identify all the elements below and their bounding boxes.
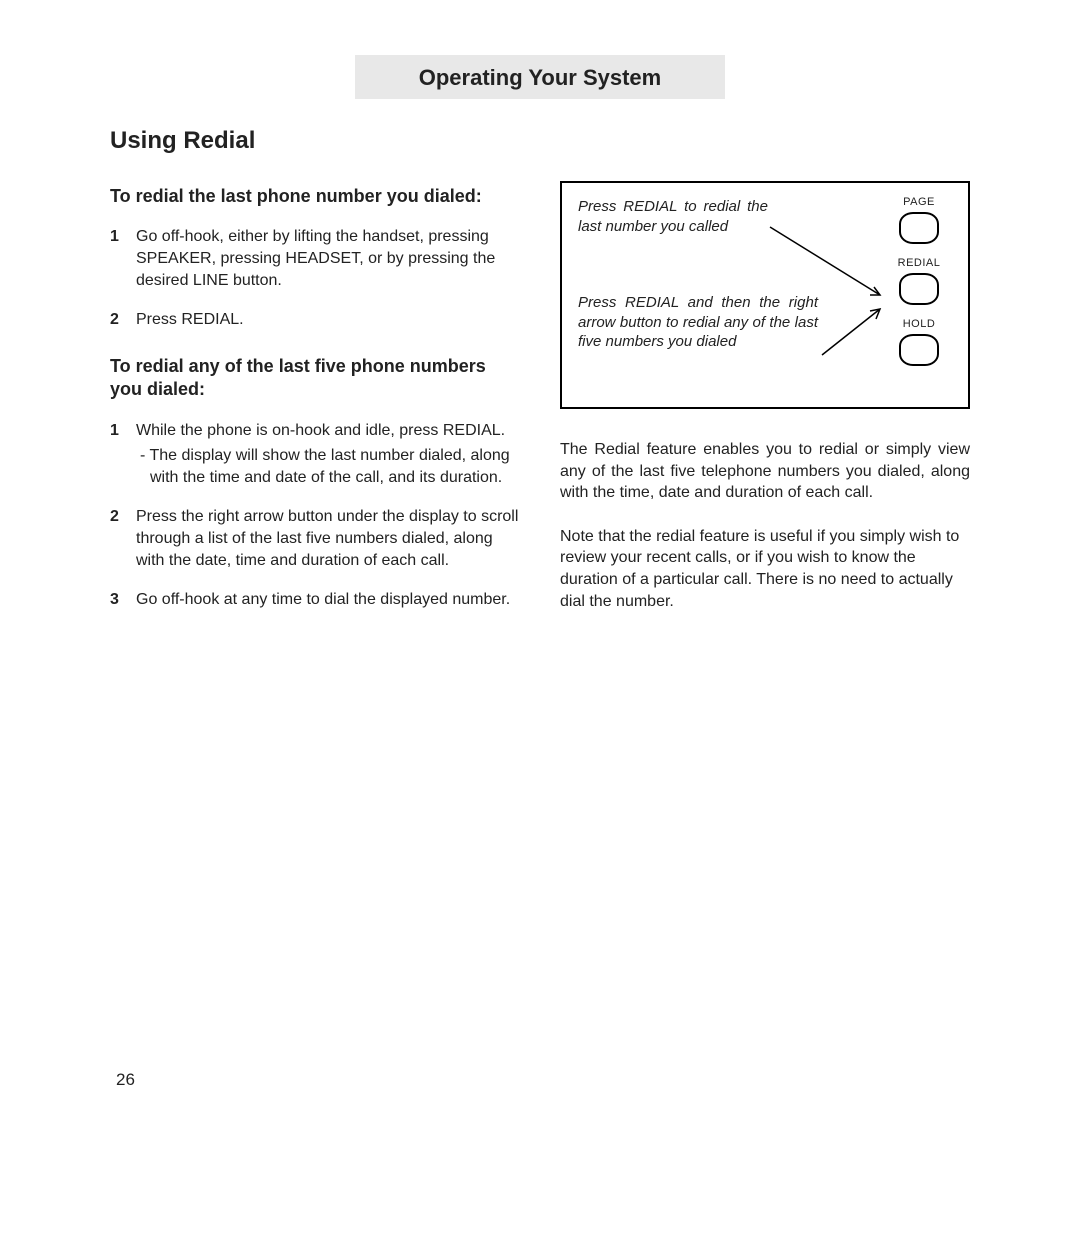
right-column: Press REDIAL to redial the last num­ber …	[560, 181, 970, 635]
step-text: Press REDIAL.	[136, 309, 520, 331]
step: Go off-hook, either by lifting the hands…	[110, 226, 520, 291]
callout-redial-last: Press REDIAL to redial the last num­ber …	[578, 197, 768, 236]
page-button-icon	[899, 212, 939, 244]
manual-page: Operating Your System Using Redial To re…	[0, 0, 1080, 1260]
paragraph: The Redial feature enables you to redial…	[560, 439, 970, 504]
paragraph: Note that the redial feature is useful i…	[560, 526, 970, 612]
step: Go off-hook at any time to dial the disp…	[110, 589, 520, 611]
hold-button-icon	[899, 334, 939, 366]
step-text: While the phone is on-hook and idle, pre…	[136, 420, 520, 442]
callout-redial-five: Press REDIAL and then the right arrow bu…	[578, 293, 818, 352]
page-number: 26	[116, 1070, 135, 1090]
step-subtext: - The display will show the last num­ber…	[136, 445, 520, 488]
step: Press the right arrow button under the d…	[110, 506, 520, 571]
hold-button-label: HOLD	[884, 317, 954, 332]
steps-redial-five: While the phone is on-hook and idle, pre…	[110, 420, 520, 611]
step-text: Press the right arrow button under the d…	[136, 506, 520, 571]
subhead-redial-last: To redial the last phone num­ber you dia…	[110, 185, 520, 208]
step: Press REDIAL.	[110, 309, 520, 331]
phone-buttons: PAGE REDIAL HOLD	[884, 195, 954, 378]
left-column: To redial the last phone num­ber you dia…	[110, 181, 520, 635]
step-text: Go off-hook, either by lifting the hands…	[136, 226, 520, 291]
redial-button-label: REDIAL	[884, 256, 954, 271]
page-title: Using Redial	[110, 127, 970, 155]
redial-button-icon	[899, 273, 939, 305]
subhead-redial-five: To redial any of the last five phone num…	[110, 355, 520, 402]
page-button-label: PAGE	[884, 195, 954, 210]
redial-diagram: Press REDIAL to redial the last num­ber …	[560, 181, 970, 409]
step-text: Go off-hook at any time to dial the disp…	[136, 589, 520, 611]
section-banner: Operating Your System	[355, 55, 725, 99]
steps-redial-last: Go off-hook, either by lifting the hands…	[110, 226, 520, 330]
two-column-layout: To redial the last phone num­ber you dia…	[110, 181, 970, 635]
step: While the phone is on-hook and idle, pre…	[110, 420, 520, 489]
